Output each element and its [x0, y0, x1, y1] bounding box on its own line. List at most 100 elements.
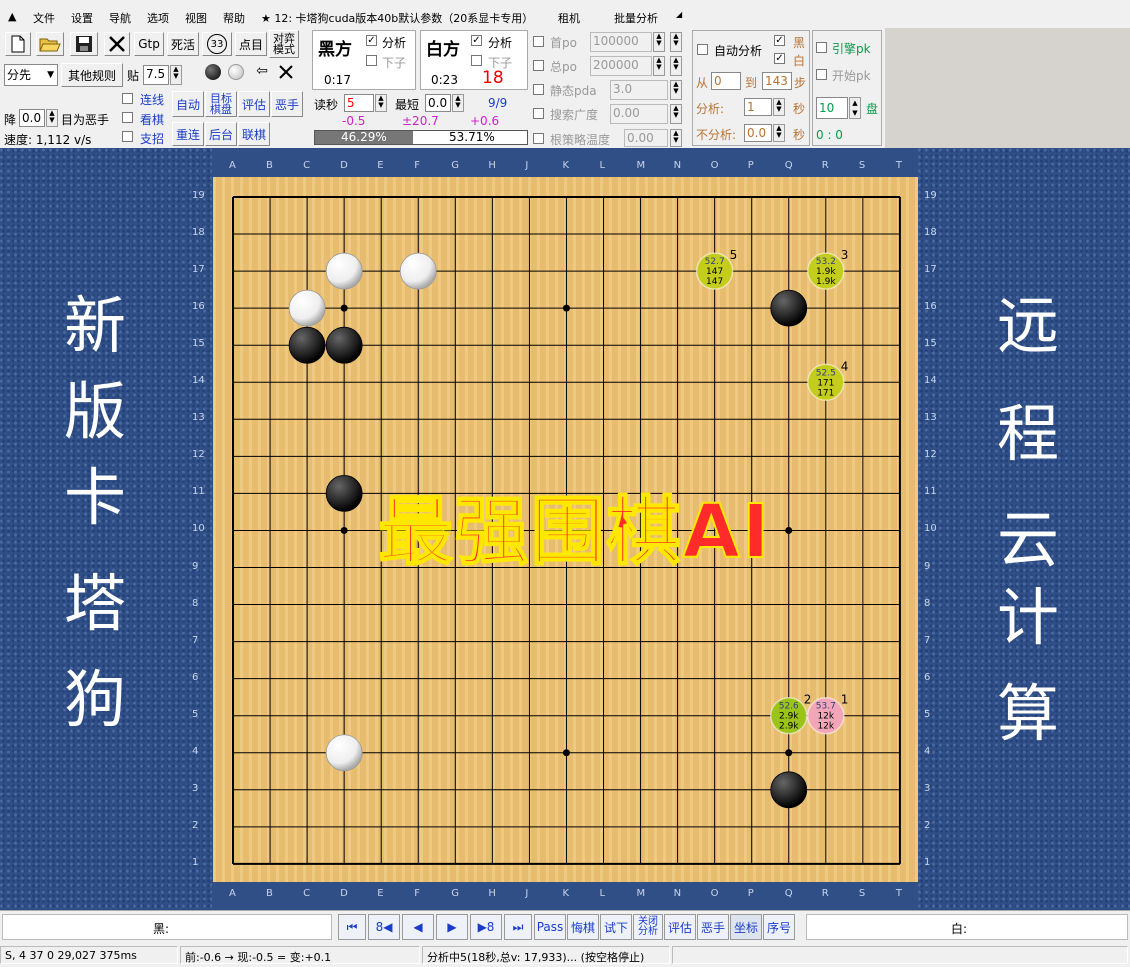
count-points-button[interactable]: 点目	[235, 32, 267, 56]
auto-analysis-checkbox[interactable]	[697, 44, 708, 55]
target-board-button[interactable]: 目标棋盘	[205, 91, 237, 117]
reconnect-button[interactable]: 重连	[172, 122, 204, 146]
auto-black-checkbox[interactable]: ✓	[774, 35, 785, 46]
white-stone[interactable]	[325, 252, 363, 290]
alternate-stone-icon[interactable]: ⇦	[252, 63, 272, 81]
black-stone[interactable]	[770, 289, 808, 327]
next-move-icon[interactable]: ▶	[436, 914, 468, 940]
prev-move-icon[interactable]: ◀	[402, 914, 434, 940]
board-grid[interactable]: 53.712k12k152.62.9k2.9k253.21.9k1.9k352.…	[213, 177, 918, 882]
black-stone[interactable]	[288, 326, 326, 364]
min-time-input[interactable]: 0.0	[425, 94, 451, 112]
total-po-spinner-a[interactable]: ▲ ▼	[653, 56, 665, 76]
first-move-icon[interactable]: ⏮	[338, 914, 366, 940]
app-triangle-icon[interactable]: ▲	[8, 10, 16, 23]
try-move-button[interactable]: 试下	[600, 914, 632, 940]
pk-games-input[interactable]: 10	[816, 97, 848, 119]
back-8-button[interactable]: 8◀	[368, 914, 400, 940]
go-board[interactable]: 53.7 12k 12k 1 52.6 2.9k 2.9k 2 53.2 1.9k 1.9k 3 52.…	[213, 177, 918, 882]
no-analyze-spinner[interactable]: ▲ ▼	[773, 124, 785, 142]
komi-input[interactable]: 7.5	[143, 65, 169, 85]
menu-rent[interactable]: 租机	[558, 10, 580, 26]
gtp-button[interactable]: Gtp	[134, 32, 164, 56]
three-three-icon[interactable]: 33	[202, 32, 232, 56]
analyze-secs-input[interactable]: 1	[744, 98, 772, 116]
engine-title-menu[interactable]: ★ 12: 卡塔狗cuda版本40b默认参数（20系显卡专用）	[261, 10, 533, 26]
drop-input[interactable]: 0.0	[19, 109, 45, 127]
forward-8-button[interactable]: ▶8	[470, 914, 502, 940]
total-po-checkbox[interactable]	[533, 60, 544, 71]
byo-input[interactable]: 5	[344, 94, 374, 112]
search-width-spinner[interactable]: ▲ ▼	[670, 104, 682, 124]
link-line-label[interactable]: 连线	[140, 91, 164, 108]
to-input[interactable]: 143	[762, 72, 792, 90]
search-width-checkbox[interactable]	[533, 108, 544, 119]
close-icon[interactable]	[276, 62, 296, 82]
first-po-spinner-b[interactable]: ▲ ▼	[670, 32, 682, 52]
auto-white-checkbox[interactable]: ✓	[774, 53, 785, 64]
white-play-checkbox[interactable]	[471, 55, 482, 66]
menu-options[interactable]: 选项	[147, 10, 169, 26]
analyze-secs-spinner[interactable]: ▲ ▼	[773, 98, 785, 116]
close-analysis-button[interactable]: 关闭分析	[633, 914, 663, 940]
start-pk-label[interactable]: 开始pk	[832, 67, 871, 84]
online-game-button[interactable]: 联棋	[238, 122, 270, 146]
black-stone[interactable]	[325, 474, 363, 512]
komi-spinner[interactable]: ▲ ▼	[170, 65, 182, 85]
open-folder-icon[interactable]	[36, 32, 64, 56]
new-file-icon[interactable]	[5, 32, 31, 56]
first-po-spinner-a[interactable]: ▲ ▼	[653, 32, 665, 52]
watch-checkbox[interactable]	[122, 112, 133, 123]
eval-button[interactable]: 评估	[664, 914, 696, 940]
root-temp-input[interactable]: 0.00	[624, 129, 668, 147]
total-po-spinner-b[interactable]: ▲ ▼	[670, 56, 682, 76]
static-pda-checkbox[interactable]	[533, 84, 544, 95]
black-play-checkbox[interactable]	[366, 55, 377, 66]
white-stone[interactable]	[325, 734, 363, 772]
white-analyze-checkbox[interactable]: ✓	[471, 35, 482, 46]
black-stone[interactable]	[325, 326, 363, 364]
menu-batch-analysis[interactable]: 批量分析	[614, 10, 658, 26]
from-input[interactable]: 0	[711, 72, 741, 90]
search-width-input[interactable]: 0.00	[610, 104, 668, 124]
no-analyze-input[interactable]: 0.0	[744, 124, 772, 142]
menu-file[interactable]: 文件	[33, 10, 55, 26]
white-stone[interactable]	[399, 252, 437, 290]
start-pk-checkbox[interactable]	[816, 69, 827, 80]
engine-pk-label[interactable]: 引擎pk	[832, 40, 871, 57]
min-time-spinner[interactable]: ▲ ▼	[452, 94, 464, 112]
other-rules-button[interactable]: 其他规则	[61, 63, 123, 87]
last-move-icon[interactable]: ⏭	[504, 914, 532, 940]
black-analyze-checkbox[interactable]: ✓	[366, 35, 377, 46]
engine-pk-checkbox[interactable]	[816, 42, 827, 53]
menu-settings[interactable]: 设置	[71, 10, 93, 26]
support-label[interactable]: 支招	[140, 130, 164, 147]
menu-help[interactable]: 帮助	[223, 10, 245, 26]
handicap-select[interactable]: 分先 ▼	[4, 64, 58, 86]
coordinates-button[interactable]: 坐标	[730, 914, 762, 940]
evaluate-button[interactable]: 评估	[238, 91, 270, 117]
move-order-button[interactable]: 序号	[763, 914, 795, 940]
clear-board-icon[interactable]	[104, 32, 130, 56]
pass-button[interactable]: Pass	[534, 914, 566, 940]
auto-button[interactable]: 自动	[172, 91, 204, 117]
first-po-checkbox[interactable]	[533, 36, 544, 47]
byo-spinner[interactable]: ▲ ▼	[375, 94, 387, 112]
bad-move-nav-button[interactable]: 恶手	[697, 914, 729, 940]
total-po-input[interactable]: 200000	[590, 56, 652, 76]
first-po-input[interactable]: 100000	[590, 32, 652, 52]
menu-view[interactable]: 视图	[185, 10, 207, 26]
save-icon[interactable]	[70, 32, 98, 56]
root-temp-checkbox[interactable]	[533, 133, 544, 144]
watch-label[interactable]: 看棋	[140, 111, 164, 128]
undo-button[interactable]: 悔棋	[567, 914, 599, 940]
black-stone-icon[interactable]	[205, 64, 221, 80]
menu-navigate[interactable]: 导航	[109, 10, 131, 26]
backend-button[interactable]: 后台	[205, 122, 237, 146]
pk-games-spinner[interactable]: ▲ ▼	[849, 97, 861, 119]
support-checkbox[interactable]	[122, 131, 133, 142]
link-line-checkbox[interactable]	[122, 93, 133, 104]
black-stone[interactable]	[770, 771, 808, 809]
white-stone[interactable]	[288, 289, 326, 327]
static-pda-spinner[interactable]: ▲ ▼	[670, 80, 682, 100]
